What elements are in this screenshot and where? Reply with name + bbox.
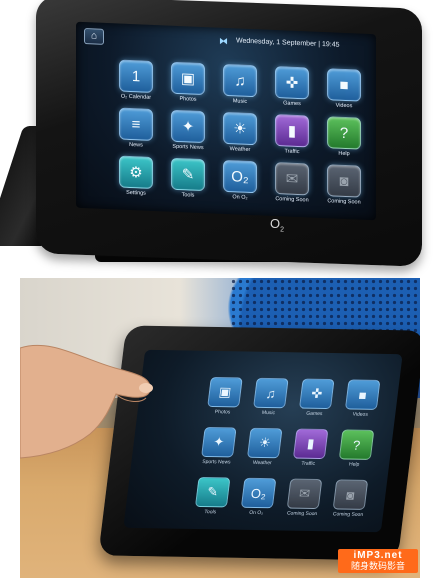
- app-tile-label: Videos: [352, 411, 369, 418]
- app-tile-music[interactable]: ♫ Music: [214, 63, 266, 105]
- tools-icon: ✎: [194, 476, 231, 508]
- photos-icon: ▣: [207, 376, 243, 408]
- watermark-line-2: 随身数码影音: [350, 561, 405, 571]
- app-tile-runner[interactable]: ✦ Sports News: [162, 109, 214, 151]
- product-photo-bottom: ▣ Photos ♫ Music ✜ Games ■ Videos ✦ Sports News ☀ W…: [20, 278, 420, 578]
- camera-icon: ◙: [332, 479, 369, 510]
- o2-icon: O₂: [240, 477, 277, 509]
- weather-icon: ☀: [246, 427, 283, 459]
- traffic-light-icon: ▮: [275, 114, 309, 148]
- app-tile-calendar[interactable]: 1 O₂ Calendar: [110, 59, 162, 101]
- app-tile-label: Help: [338, 150, 350, 158]
- device-screen: ⌂ ⧓ Wednesday, 1 September | 19:45 1 O₂ C…: [76, 21, 376, 221]
- app-tile-label: Sports News: [172, 143, 204, 152]
- runner-icon: ✦: [171, 109, 205, 144]
- app-tile-camera[interactable]: ◙ Coming Soon: [318, 164, 370, 206]
- app-tile-label: On O₂: [248, 509, 264, 517]
- video-camera-icon: ■: [327, 68, 361, 102]
- date-time-text: Wednesday, 1 September | 19:45: [236, 37, 340, 49]
- music-icon: ♫: [223, 63, 257, 98]
- app-tile-mail[interactable]: ✉ Coming Soon: [266, 162, 318, 204]
- app-tile-label: Tools: [181, 192, 195, 199]
- calendar-icon: 1: [119, 59, 153, 93]
- app-grid: 1 O₂ Calendar ▣ Photos ♫ Music ✜ Games ■ Videos ≡ N…: [110, 59, 370, 206]
- app-tile-label: Coming Soon: [286, 510, 318, 518]
- help-icon: ?: [327, 116, 361, 150]
- app-tile-label: Videos: [335, 102, 353, 110]
- app-tile-gear[interactable]: ⚙ Settings: [110, 155, 162, 197]
- app-tile-video-camera[interactable]: ■ Videos: [318, 68, 370, 110]
- app-tile-o2[interactable]: O₂ On O₂: [214, 159, 266, 201]
- app-tile-label: Traffic: [284, 148, 300, 156]
- app-tile-label: Traffic: [301, 460, 316, 467]
- o2-icon: O₂: [223, 159, 257, 194]
- app-tile-label: Help: [348, 461, 360, 468]
- weather-icon: ☀: [223, 111, 257, 146]
- app-tile-label: Coming Soon: [332, 511, 364, 518]
- camera-icon: ◙: [327, 164, 361, 198]
- app-tile-tools[interactable]: ✎ Tools: [162, 157, 214, 199]
- connection-icon: ⧓: [219, 35, 228, 47]
- music-icon: ♫: [253, 377, 289, 409]
- app-tile-photos[interactable]: ▣ Photos: [162, 61, 214, 103]
- home-icon: ⌂: [90, 30, 98, 42]
- app-tile-camera[interactable]: ◙ Coming Soon: [323, 479, 378, 518]
- app-tile-label: News: [129, 141, 143, 149]
- app-tile-label: Weather: [252, 459, 273, 467]
- newspaper-icon: ≡: [119, 107, 153, 141]
- app-tile-label: Games: [283, 100, 301, 108]
- gamepad-icon: ✜: [275, 66, 309, 100]
- mail-icon: ✉: [275, 162, 309, 196]
- gear-icon: ⚙: [119, 155, 153, 189]
- app-tile-weather[interactable]: ☀ Weather: [214, 111, 266, 153]
- site-watermark: iMP3.net 随身数码影音: [338, 549, 418, 573]
- app-tile-newspaper[interactable]: ≡ News: [110, 107, 162, 149]
- hand-image: [20, 344, 153, 459]
- app-tile-label: Sports News: [201, 458, 231, 466]
- app-tile-label: Music: [261, 409, 276, 417]
- app-tile-label: Photos: [179, 96, 197, 103]
- app-tile-gamepad[interactable]: ✜ Games: [266, 66, 318, 108]
- app-tile-label: Settings: [126, 189, 146, 197]
- app-tile-help[interactable]: ? Help: [318, 116, 370, 158]
- app-tile-label: On O₂: [232, 194, 248, 201]
- traffic-light-icon: ▮: [292, 428, 329, 460]
- o2-logo: O2: [270, 216, 285, 234]
- photos-icon: ▣: [171, 61, 205, 96]
- home-button[interactable]: ⌂: [84, 28, 104, 45]
- runner-icon: ✦: [201, 426, 237, 458]
- app-tile-label: Games: [305, 410, 323, 417]
- gamepad-icon: ✜: [298, 378, 335, 410]
- app-tile-video-camera[interactable]: ■ Videos: [335, 379, 390, 418]
- app-tile-label: Tools: [204, 509, 217, 516]
- app-tile-label: Coming Soon: [327, 198, 361, 206]
- app-tile-label: Photos: [214, 409, 231, 416]
- app-tile-label: O₂ Calendar: [120, 93, 152, 101]
- watermark-line-1: iMP3.net: [353, 550, 403, 561]
- app-tile-help[interactable]: ? Help: [329, 429, 384, 468]
- app-tile-traffic-light[interactable]: ▮ Traffic: [266, 114, 318, 156]
- app-tile-label: Weather: [229, 146, 251, 154]
- help-icon: ?: [338, 429, 375, 460]
- mail-icon: ✉: [286, 478, 323, 510]
- app-tile-label: Music: [232, 98, 248, 105]
- app-tile-label: Coming Soon: [275, 196, 309, 204]
- tools-icon: ✎: [171, 157, 205, 192]
- video-camera-icon: ■: [344, 379, 381, 410]
- product-photo-top: ⌂ ⧓ Wednesday, 1 September | 19:45 1 O₂ C…: [0, 0, 440, 270]
